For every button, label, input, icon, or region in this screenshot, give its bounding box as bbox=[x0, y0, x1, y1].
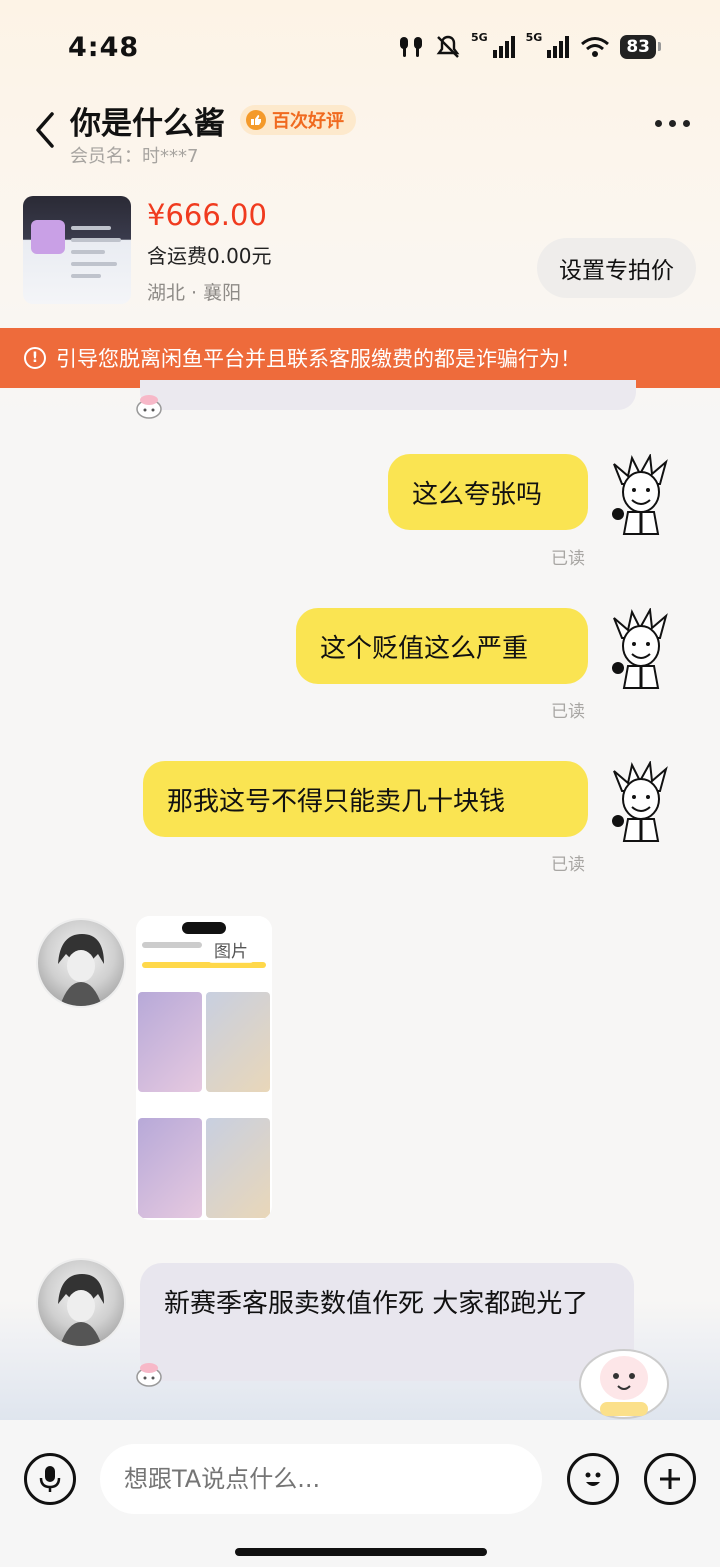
wifi-icon bbox=[581, 37, 610, 57]
product-price: ¥666.00 bbox=[147, 198, 267, 232]
image-message[interactable]: 图片 bbox=[136, 916, 272, 1220]
home-indicator[interactable] bbox=[235, 1548, 487, 1556]
sheep-sticker-icon bbox=[579, 1349, 669, 1419]
message-text: 这么夸张吗 bbox=[412, 479, 543, 510]
message-text: 这个贬值这么严重 bbox=[320, 633, 529, 664]
product-location: 湖北 · 襄阳 bbox=[147, 282, 242, 304]
signal-type-2: 5G bbox=[525, 30, 543, 44]
earbuds-icon bbox=[399, 37, 422, 57]
emoji-button[interactable] bbox=[567, 1453, 619, 1505]
message-text: 新赛季客服卖数值作死 大家都跑光了 bbox=[164, 1289, 589, 1319]
fraud-warning-banner: ! 引导您脱离闲鱼平台并且联系客服缴费的都是诈骗行为！ bbox=[0, 328, 720, 388]
read-status: 已读 bbox=[551, 855, 585, 875]
voice-input-button[interactable] bbox=[24, 1453, 76, 1505]
bunny-sticker-icon bbox=[136, 395, 162, 419]
mute-bell-icon bbox=[436, 35, 460, 58]
plus-icon bbox=[660, 1469, 680, 1489]
signal-type-1: 5G bbox=[470, 30, 488, 44]
status-time: 4:48 bbox=[68, 32, 140, 63]
thumbs-up-icon bbox=[246, 110, 266, 130]
user-avatar-icon[interactable] bbox=[604, 454, 678, 536]
anime-avatar-icon bbox=[58, 934, 104, 1006]
contact-name: 你是什么酱 bbox=[70, 106, 225, 142]
status-icons: 5G 5G 83 bbox=[397, 30, 661, 60]
set-special-price-button[interactable]: 设置专拍价 bbox=[537, 238, 696, 298]
chat-header: 你是什么酱 百次好评 会员名：时***7 bbox=[0, 96, 720, 176]
product-card[interactable]: ¥666.00 含运费0.00元 湖北 · 襄阳 设置专拍价 bbox=[0, 190, 720, 310]
product-thumbnail[interactable] bbox=[23, 196, 131, 304]
image-preview-grid bbox=[138, 992, 270, 1220]
microphone-icon bbox=[39, 1466, 61, 1492]
partial-message-bubble bbox=[140, 380, 636, 410]
message-text: 那我这号不得只能卖几十块钱 bbox=[167, 786, 506, 817]
message-bubble-outgoing[interactable]: 这个贬值这么严重 bbox=[296, 608, 588, 684]
product-shipping: 含运费0.00元 bbox=[147, 244, 272, 268]
rating-badge: 百次好评 bbox=[240, 105, 356, 135]
image-tag: 图片 bbox=[208, 936, 254, 963]
more-options-icon[interactable] bbox=[655, 120, 690, 127]
badge-label: 百次好评 bbox=[272, 111, 344, 132]
message-input[interactable] bbox=[100, 1444, 542, 1514]
read-status: 已读 bbox=[551, 702, 585, 722]
user-avatar-icon[interactable] bbox=[604, 608, 678, 690]
smiley-icon bbox=[585, 1472, 601, 1486]
bunny-sticker-icon bbox=[136, 1363, 162, 1387]
battery-indicator: 83 bbox=[620, 35, 661, 59]
message-composer bbox=[0, 1420, 720, 1567]
signal-bars-icon bbox=[492, 36, 515, 58]
member-name: 会员名：时***7 bbox=[70, 146, 199, 167]
contact-avatar[interactable] bbox=[36, 1258, 126, 1348]
signal-bars-icon bbox=[547, 36, 570, 58]
contact-avatar[interactable] bbox=[36, 918, 126, 1008]
user-avatar-icon[interactable] bbox=[604, 761, 678, 843]
message-bubble-outgoing[interactable]: 这么夸张吗 bbox=[388, 454, 588, 530]
warning-text: 引导您脱离闲鱼平台并且联系客服缴费的都是诈骗行为！ bbox=[56, 347, 581, 371]
status-bar: 4:48 5G 5G 83 bbox=[0, 0, 720, 96]
message-bubble-outgoing[interactable]: 那我这号不得只能卖几十块钱 bbox=[143, 761, 588, 837]
back-arrow-icon[interactable] bbox=[30, 110, 60, 150]
more-actions-button[interactable] bbox=[644, 1453, 696, 1505]
alert-icon: ! bbox=[24, 347, 46, 369]
anime-avatar-icon bbox=[58, 1274, 104, 1346]
read-status: 已读 bbox=[551, 549, 585, 569]
